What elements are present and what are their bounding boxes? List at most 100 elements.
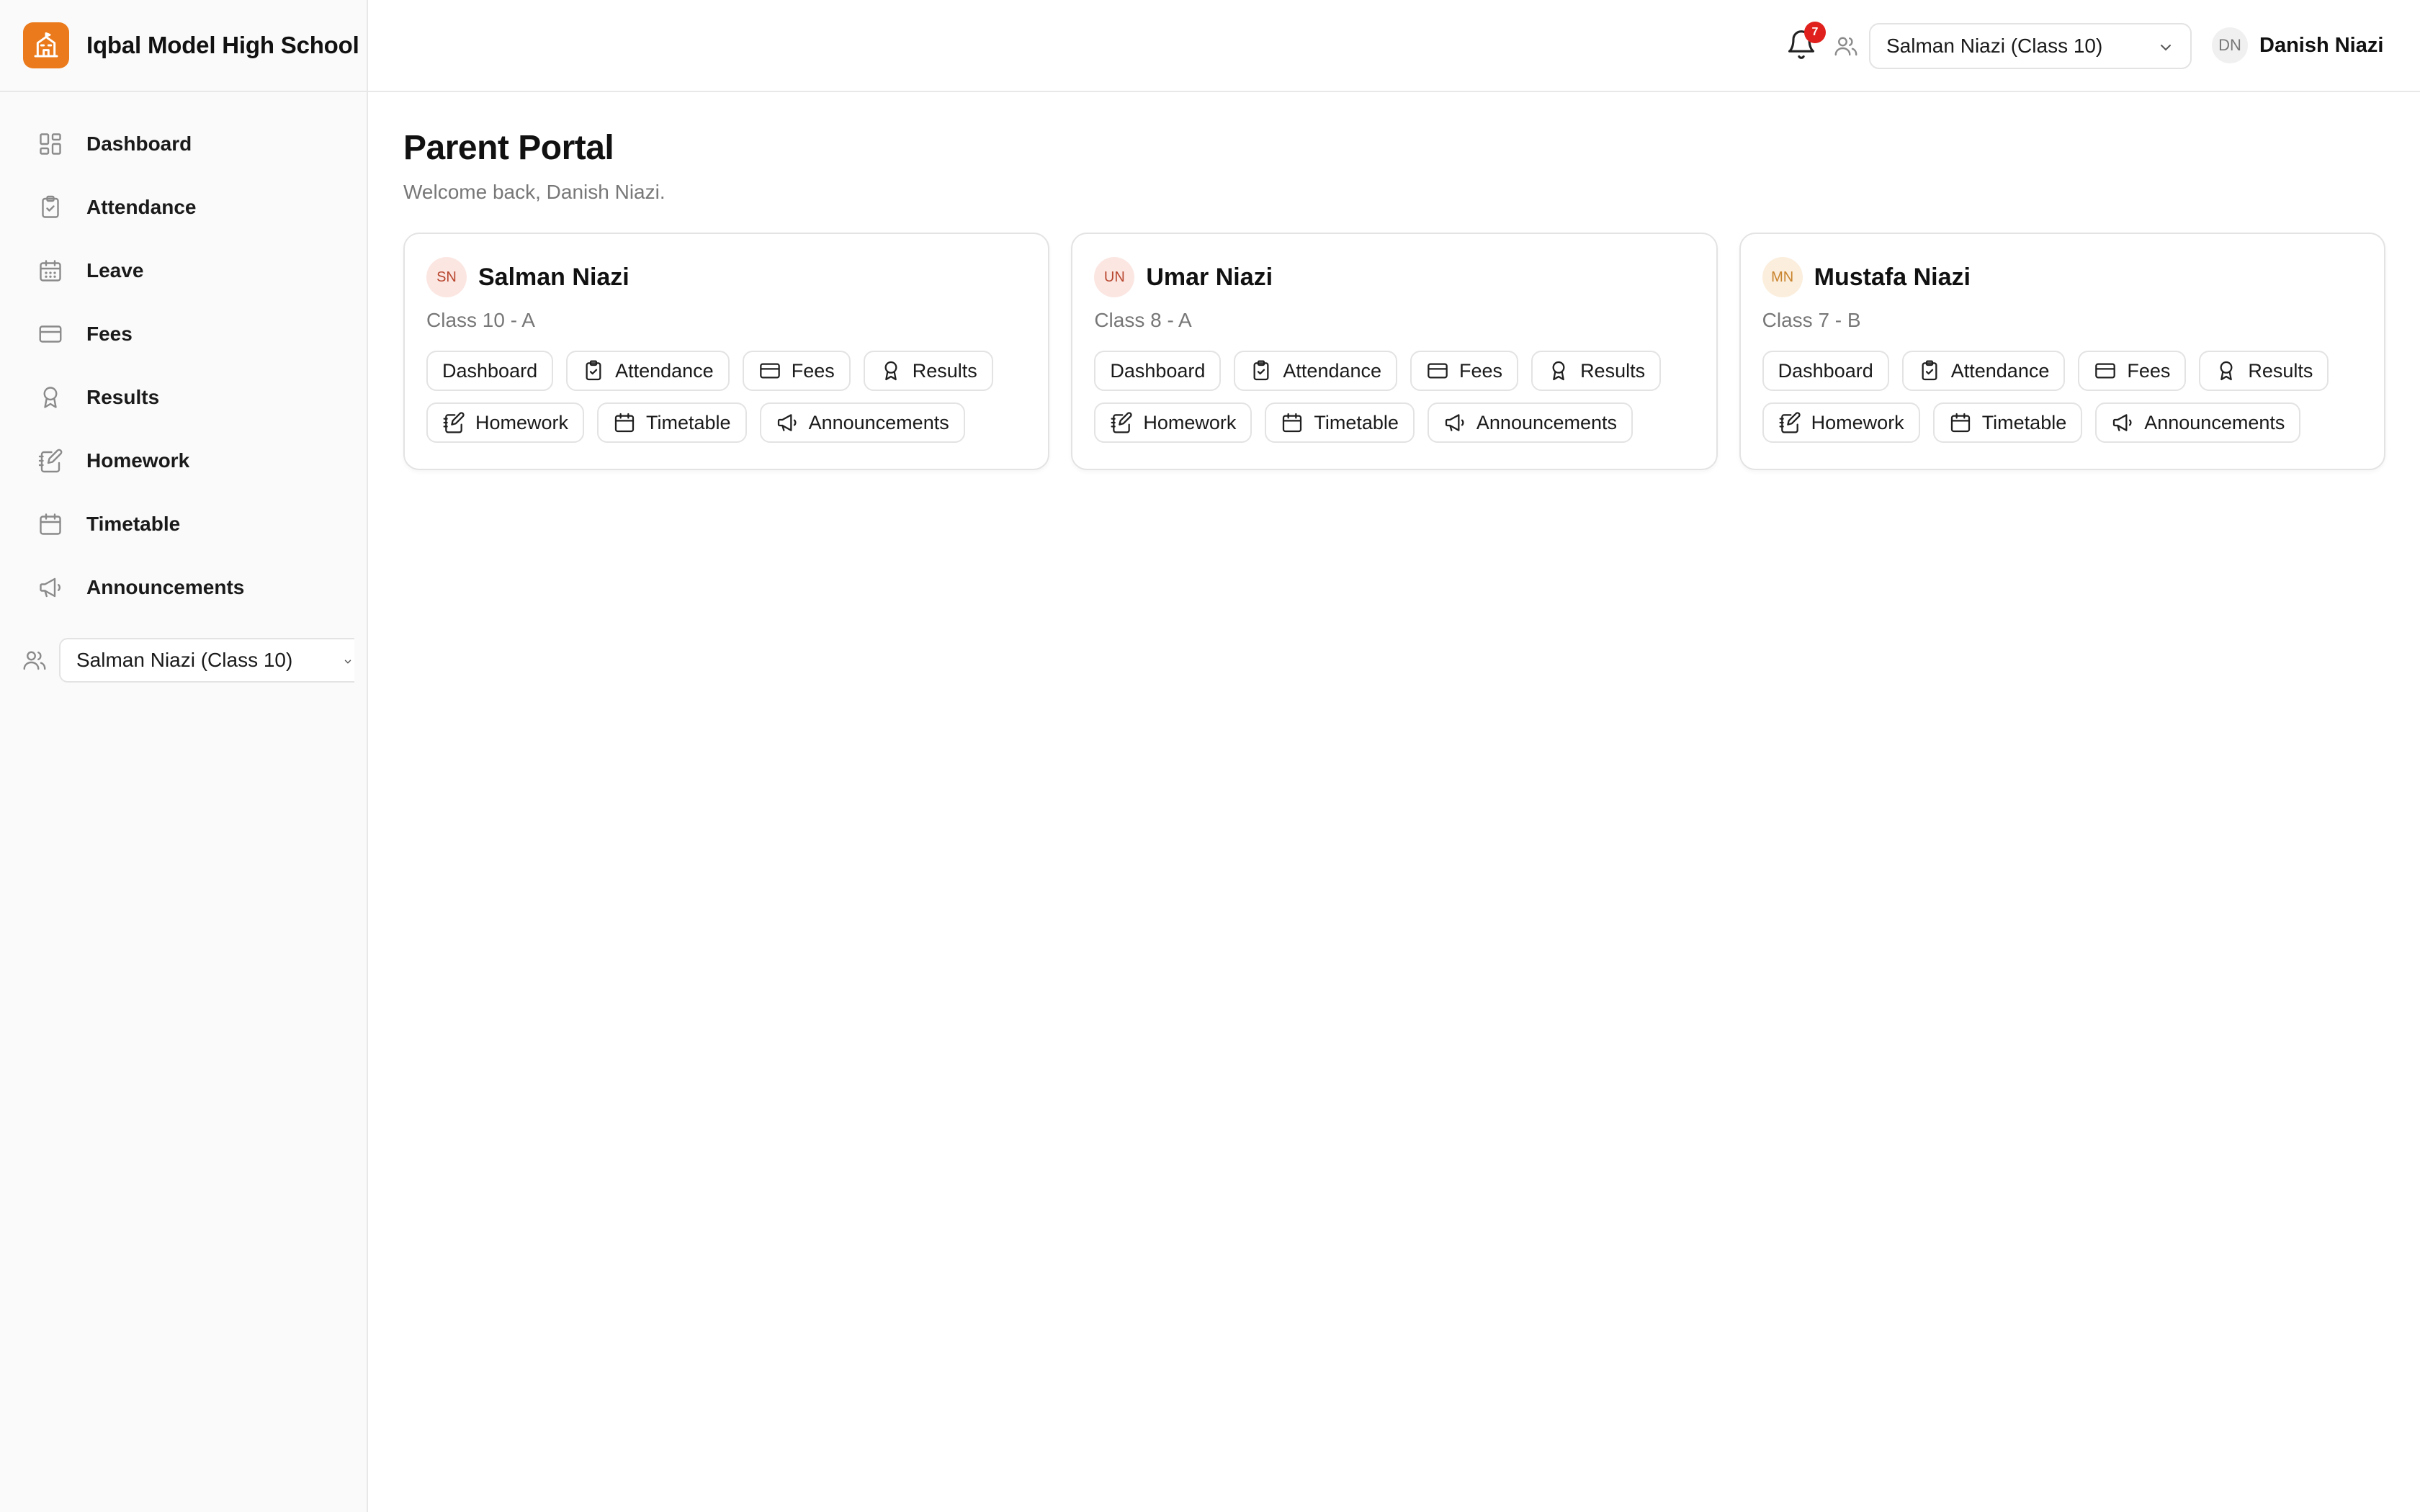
chip-fees[interactable]: Fees — [742, 351, 851, 391]
chip-label: Homework — [475, 411, 569, 433]
chip-timetable[interactable]: Timetable — [597, 402, 747, 443]
child-card-salman: SN Salman Niazi Class 10 - A Dashboard A… — [403, 233, 1050, 470]
sidebar-item-homework[interactable]: Homework — [0, 429, 367, 492]
chip-label: Fees — [2127, 359, 2171, 382]
clipboard-check-icon — [1253, 360, 1269, 381]
sidebar-child-select[interactable]: Salman Niazi (Class 10) — [59, 638, 354, 683]
sidebar: Iqbal Model High School Dashboard Attend… — [0, 0, 368, 1512]
award-icon — [884, 361, 897, 381]
chip-timetable[interactable]: Timetable — [1932, 402, 2083, 443]
sidebar-item-attendance[interactable]: Attendance — [0, 176, 367, 239]
chip-label: Homework — [1143, 411, 1237, 433]
chip-label: Timetable — [1981, 411, 2067, 433]
notebook-pen-icon — [443, 412, 465, 433]
megaphone-icon — [2113, 414, 2132, 431]
calendar-icon — [614, 413, 635, 433]
sidebar-item-label: Announcements — [86, 576, 245, 598]
chip-dashboard[interactable]: Dashboard — [426, 351, 554, 391]
sidebar-item-leave[interactable]: Leave — [0, 239, 367, 302]
sidebar-item-announcements[interactable]: Announcements — [0, 556, 367, 619]
app-root: Iqbal Model High School Dashboard Attend… — [0, 0, 2420, 1512]
page-subtitle: Welcome back, Danish Niazi. — [403, 181, 666, 203]
chip-attendance[interactable]: Attendance — [1234, 351, 1398, 391]
clipboard-check-icon — [586, 360, 601, 381]
sidebar-item-timetable[interactable]: Timetable — [0, 492, 367, 556]
chip-fees[interactable]: Fees — [1410, 351, 1519, 391]
chip-label: Timetable — [1314, 411, 1399, 433]
chip-attendance[interactable]: Attendance — [1901, 351, 2066, 391]
award-icon — [43, 387, 58, 408]
child-quick-links: Dashboard Attendance Fees Results Homewo… — [426, 351, 1017, 443]
sidebar-item-dashboard[interactable]: Dashboard — [0, 112, 367, 176]
chip-timetable[interactable]: Timetable — [1265, 402, 1415, 443]
chevron-down-icon — [2161, 45, 2171, 51]
calendar-icon — [40, 513, 61, 535]
chip-fees[interactable]: Fees — [2078, 351, 2187, 391]
sidebar-item-label: Dashboard — [86, 132, 192, 155]
chevron-down-icon — [344, 660, 351, 664]
child-class: Class 8 - A — [1094, 309, 1192, 331]
notifications-button[interactable]: 7 — [1785, 22, 1826, 60]
users-icon — [1834, 37, 1857, 56]
school-icon — [23, 22, 69, 68]
calendar-icon — [1283, 413, 1302, 433]
child-class: Class 7 - B — [1762, 309, 1861, 331]
chip-label: Fees — [1459, 359, 1503, 382]
child-name: Salman Niazi — [478, 263, 629, 291]
notification-badge: 7 — [1804, 22, 1826, 43]
chip-dashboard[interactable]: Dashboard — [1762, 351, 1889, 391]
chip-announcements[interactable]: Announcements — [1427, 402, 1634, 443]
sidebar-item-label: Leave — [86, 259, 144, 282]
calendar-icon — [1950, 413, 1970, 433]
chip-label: Results — [2248, 359, 2313, 382]
chip-label: Results — [912, 359, 977, 382]
chip-attendance[interactable]: Attendance — [566, 351, 730, 391]
brand[interactable]: Iqbal Model High School — [0, 0, 367, 92]
avatar: UN — [1094, 257, 1135, 297]
avatar: SN — [426, 257, 467, 297]
chip-label: Fees — [791, 359, 835, 382]
chip-announcements[interactable]: Announcements — [759, 402, 965, 443]
user-menu[interactable]: DN Danish Niazi — [2212, 27, 2383, 63]
notebook-pen-icon — [1111, 412, 1132, 433]
sidebar-item-results[interactable]: Results — [0, 366, 367, 429]
chip-homework[interactable]: Homework — [426, 402, 585, 443]
chip-label: Timetable — [646, 411, 731, 433]
calendar-dots-icon — [40, 260, 61, 282]
credit-card-icon — [1428, 363, 1448, 379]
child-name: Umar Niazi — [1146, 263, 1273, 291]
chip-dashboard[interactable]: Dashboard — [1094, 351, 1222, 391]
main-content: Parent Portal Welcome back, Danish Niazi… — [403, 92, 2385, 470]
avatar: MN — [1762, 257, 1803, 297]
chip-results[interactable]: Results — [1531, 351, 1662, 391]
header-child-select[interactable]: Salman Niazi (Class 10) — [1869, 23, 2192, 69]
child-quick-links: Dashboard Attendance Fees Results Homewo… — [1762, 351, 2353, 443]
chip-label: Homework — [1811, 411, 1904, 433]
child-card-umar: UN Umar Niazi Class 8 - A Dashboard Atte… — [1071, 233, 1718, 470]
users-icon — [23, 651, 46, 670]
chip-results[interactable]: Results — [863, 351, 993, 391]
dashboard-icon — [40, 133, 61, 155]
header-child-select-value: Salman Niazi (Class 10) — [1886, 35, 2103, 57]
chip-label: Attendance — [1950, 359, 2050, 382]
chip-results[interactable]: Results — [2199, 351, 2329, 391]
child-card-header: MN Mustafa Niazi — [1762, 257, 2362, 297]
child-quick-links: Dashboard Attendance Fees Results Homewo… — [1094, 351, 1685, 443]
sidebar-item-fees[interactable]: Fees — [0, 302, 367, 366]
child-card-header: UN Umar Niazi — [1094, 257, 1694, 297]
credit-card-icon — [2095, 363, 2116, 379]
sidebar-item-label: Fees — [86, 323, 133, 345]
clipboard-check-icon — [1922, 360, 1937, 381]
award-icon — [2220, 361, 2233, 381]
credit-card-icon — [759, 363, 780, 379]
sidebar-item-label: Homework — [86, 449, 190, 472]
chip-homework[interactable]: Homework — [1762, 402, 1920, 443]
chip-label: Attendance — [615, 359, 714, 382]
chip-label: Announcements — [2144, 411, 2285, 433]
chip-announcements[interactable]: Announcements — [2095, 402, 2301, 443]
megaphone-icon — [40, 577, 60, 598]
child-name: Mustafa Niazi — [1814, 263, 1971, 291]
child-card-mustafa: MN Mustafa Niazi Class 7 - B Dashboard A… — [1739, 233, 2385, 470]
chip-label: Results — [1580, 359, 1646, 382]
chip-homework[interactable]: Homework — [1094, 402, 1252, 443]
